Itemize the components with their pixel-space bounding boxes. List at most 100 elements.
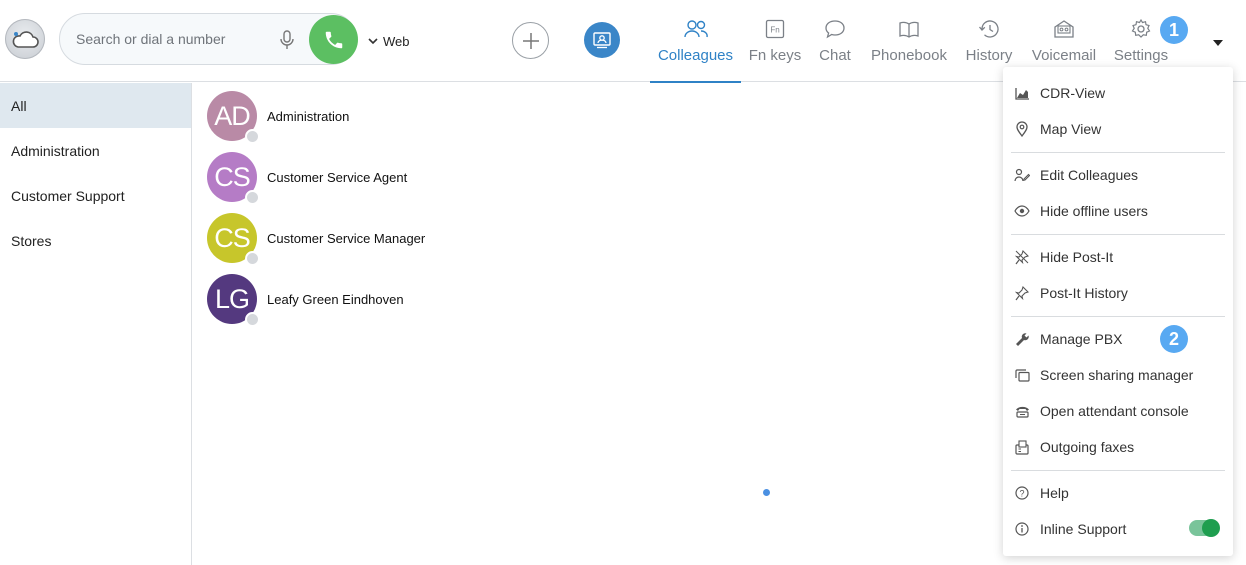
- menu-item-help[interactable]: ? Help: [1003, 476, 1233, 510]
- avatar: CS: [207, 213, 260, 266]
- menu-item-label: Open attendant console: [1040, 403, 1189, 419]
- avatar-initials: CS: [214, 222, 251, 253]
- menu-item-hide-offline-users[interactable]: Hide offline users: [1003, 194, 1233, 228]
- loading-indicator: [763, 489, 770, 496]
- phone-icon: [325, 31, 342, 48]
- tab-chat[interactable]: Chat: [814, 18, 856, 82]
- tab-history-label: History: [965, 47, 1013, 64]
- menu-item-edit-colleagues[interactable]: Edit Colleagues: [1003, 158, 1233, 192]
- settings-dropdown-menu: CDR-View Map View Edit Colleagues Hide o…: [1003, 67, 1233, 556]
- avatar: CS: [207, 152, 260, 205]
- menu-item-label: Post-It History: [1040, 285, 1128, 301]
- plus-icon: [522, 32, 539, 49]
- sidebar-item-customer-support[interactable]: Customer Support: [0, 173, 191, 218]
- eye-icon: [1014, 203, 1030, 219]
- phone-console-icon: [1014, 403, 1030, 419]
- fn-key-icon: Fn: [765, 18, 785, 40]
- menu-item-label: Map View: [1040, 121, 1102, 137]
- tab-fn-keys[interactable]: Fn Fn keys: [747, 18, 803, 82]
- menu-item-screen-sharing-manager[interactable]: Screen sharing manager: [1003, 358, 1233, 392]
- history-clock-icon: [978, 18, 1000, 40]
- menu-item-label: Hide offline users: [1040, 203, 1148, 219]
- search-input[interactable]: [76, 28, 266, 50]
- source-selector[interactable]: Web: [368, 32, 410, 50]
- list-item[interactable]: CS Customer Service Manager: [207, 213, 426, 266]
- colleague-name: Customer Service Manager: [267, 230, 426, 246]
- microphone-icon[interactable]: [277, 29, 297, 51]
- menu-divider: [1011, 470, 1225, 471]
- wrench-icon: [1014, 331, 1030, 347]
- menu-item-label: Inline Support: [1040, 521, 1127, 537]
- call-button[interactable]: [309, 15, 358, 64]
- map-pin-icon: [1014, 121, 1030, 137]
- menu-caret-icon[interactable]: [1211, 35, 1225, 46]
- menu-divider: [1011, 152, 1225, 153]
- sidebar-item-administration[interactable]: Administration: [0, 128, 191, 173]
- svg-text:?: ?: [1019, 488, 1024, 498]
- avatar-initials: CS: [214, 161, 251, 192]
- presence-status-icon: [245, 129, 260, 144]
- menu-item-label: Hide Post-It: [1040, 249, 1114, 265]
- avatar-initials: AD: [214, 100, 251, 131]
- cloud-logo-icon[interactable]: [5, 19, 45, 59]
- svg-text:Fn: Fn: [770, 26, 779, 35]
- presence-status-icon: [245, 312, 260, 327]
- avatar: AD: [207, 91, 260, 144]
- tab-colleagues[interactable]: Colleagues: [650, 18, 741, 83]
- list-item[interactable]: AD Administration: [207, 91, 350, 144]
- menu-divider: [1011, 234, 1225, 235]
- menu-item-label: Edit Colleagues: [1040, 167, 1139, 183]
- tab-voicemail-label: Voicemail: [1031, 47, 1097, 64]
- menu-item-label: Outgoing faxes: [1040, 439, 1135, 455]
- list-item[interactable]: CS Customer Service Agent: [207, 152, 408, 205]
- menu-item-label: Manage PBX: [1040, 331, 1123, 347]
- search-box: [59, 13, 358, 65]
- toggle-knob: [1202, 519, 1220, 537]
- list-item[interactable]: LG Leafy Green Eindhoven: [207, 274, 404, 327]
- colleague-name: Leafy Green Eindhoven: [267, 291, 404, 307]
- tab-settings-label: Settings: [1113, 47, 1169, 64]
- sidebar-item-label: Stores: [11, 232, 52, 249]
- tab-phonebook[interactable]: Phonebook: [868, 18, 950, 82]
- menu-item-cdr-view[interactable]: CDR-View: [1003, 76, 1233, 110]
- menu-item-outgoing-faxes[interactable]: Outgoing faxes: [1003, 430, 1233, 464]
- menu-item-open-attendant-console[interactable]: Open attendant console: [1003, 394, 1233, 428]
- presence-status-icon: [245, 251, 260, 266]
- app-window: Web Colleagues Fn Fn keys Chat: [0, 0, 1246, 565]
- menu-item-label: Help: [1040, 485, 1069, 501]
- menu-item-map-view[interactable]: Map View: [1003, 112, 1233, 146]
- avatar: LG: [207, 274, 260, 327]
- presence-status-icon: [245, 190, 260, 205]
- chat-bubble-icon: [824, 18, 846, 40]
- contact-card-button[interactable]: [584, 22, 620, 58]
- menu-item-inline-support[interactable]: Inline Support: [1003, 512, 1233, 546]
- sidebar-item-all[interactable]: All: [0, 83, 191, 128]
- menu-divider: [1011, 316, 1225, 317]
- edit-user-icon: [1014, 167, 1030, 183]
- contact-card-icon: [593, 32, 611, 49]
- info-circle-icon: [1014, 521, 1030, 537]
- users-icon: [683, 18, 709, 40]
- inline-support-toggle[interactable]: [1189, 519, 1220, 537]
- menu-item-post-it-history[interactable]: Post-It History: [1003, 276, 1233, 310]
- source-selector-label: Web: [383, 33, 410, 49]
- help-circle-icon: ?: [1014, 485, 1030, 501]
- tab-fn-keys-label: Fn keys: [748, 47, 802, 64]
- pin-off-icon: [1014, 249, 1030, 265]
- sidebar-item-stores[interactable]: Stores: [0, 218, 191, 263]
- chart-area-icon: [1014, 85, 1030, 101]
- tab-chat-label: Chat: [819, 47, 851, 64]
- colleague-name: Customer Service Agent: [267, 169, 408, 185]
- tab-phonebook-label: Phonebook: [871, 47, 947, 64]
- step-badge-2: 2: [1160, 325, 1188, 353]
- fax-icon: [1014, 439, 1030, 455]
- colleague-name: Administration: [267, 108, 350, 124]
- tab-colleagues-label: Colleagues: [657, 47, 734, 64]
- book-icon: [898, 18, 920, 40]
- add-button[interactable]: [512, 22, 549, 59]
- voicemail-icon: [1053, 18, 1075, 40]
- avatar-initials: LG: [214, 283, 250, 314]
- menu-item-manage-pbx[interactable]: Manage PBX: [1003, 322, 1233, 356]
- menu-item-hide-post-it[interactable]: Hide Post-It: [1003, 240, 1233, 274]
- gear-icon: [1130, 18, 1152, 40]
